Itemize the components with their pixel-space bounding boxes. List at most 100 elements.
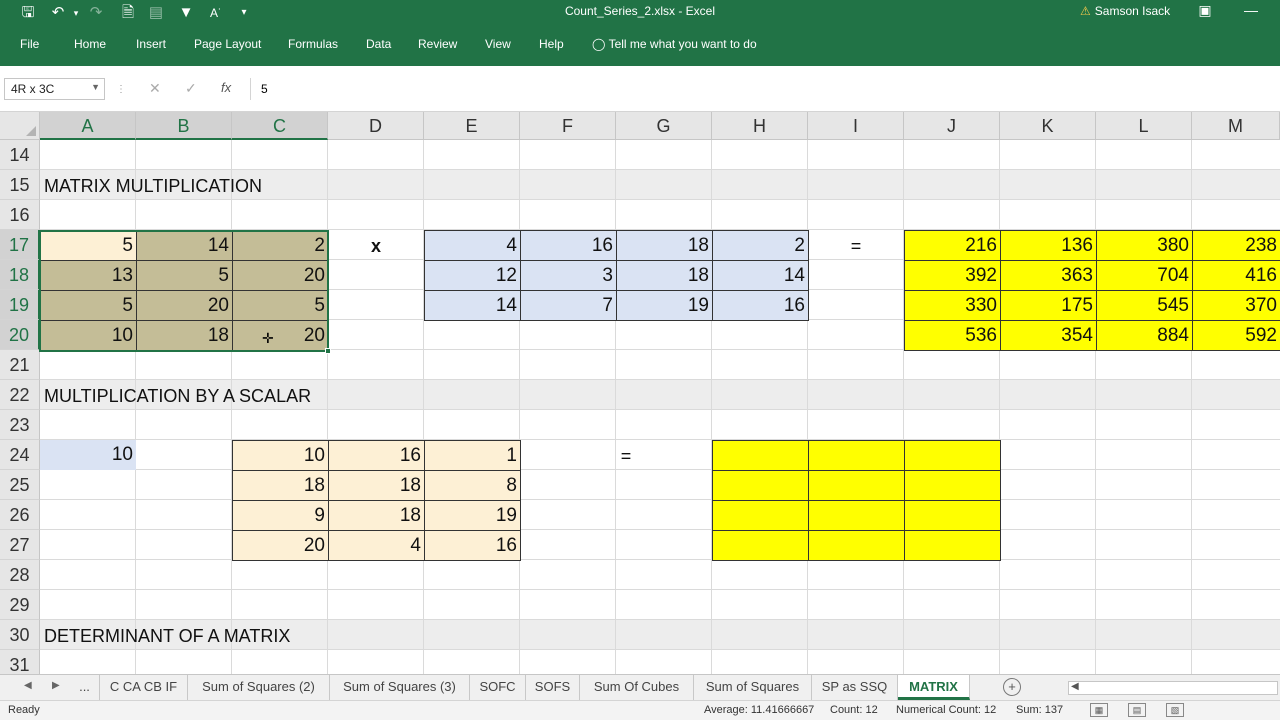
select-all-corner[interactable]	[0, 112, 40, 140]
worksheet-grid[interactable]: ABCDEFGHIJKLM 14 15 16 17 18 19 20 21 22 23 24 25 26…	[0, 112, 1280, 674]
row-header-15[interactable]: 15	[0, 170, 40, 200]
normal-view-icon[interactable]: ▦	[1090, 703, 1108, 717]
section-title-determinant[interactable]: DETERMINANT OF A MATRIX	[40, 621, 520, 651]
times-symbol[interactable]: x	[328, 231, 424, 261]
row-header-25[interactable]: 25	[0, 470, 40, 500]
result-cell[interactable]: 536	[904, 320, 1001, 351]
sheet-tab[interactable]: SOFC	[470, 675, 526, 700]
column-header-g[interactable]: G	[616, 112, 712, 140]
column-header-a[interactable]: A	[40, 112, 136, 140]
section-title-matrix-multiplication[interactable]: MATRIX MULTIPLICATION	[40, 171, 520, 201]
scalar-result-cell[interactable]	[808, 440, 905, 471]
scalar-result-cell[interactable]	[904, 440, 1001, 471]
column-header-l[interactable]: L	[1096, 112, 1192, 140]
row-header-30[interactable]: 30	[0, 620, 40, 650]
row-header-21[interactable]: 21	[0, 350, 40, 380]
column-header-m[interactable]: M	[1192, 112, 1280, 140]
scalar-matrix-cell[interactable]: 10	[232, 440, 329, 471]
row-header-17[interactable]: 17	[0, 230, 40, 260]
user-account[interactable]: ⚠ Samson Isack	[1080, 4, 1170, 18]
scalar-value-cell[interactable]: 10	[40, 440, 136, 470]
sheet-tab[interactable]: Sum of Squares (3)	[330, 675, 470, 700]
sheet-tab[interactable]: Sum Of Cubes	[580, 675, 694, 700]
result-cell[interactable]: 392	[904, 260, 1001, 291]
scalar-result-cell[interactable]	[904, 500, 1001, 531]
scalar-matrix-cell[interactable]: 8	[424, 470, 521, 501]
minimize-icon[interactable]: —	[1236, 2, 1266, 18]
scroll-left-icon[interactable]: ◀	[24, 680, 32, 691]
scalar-matrix-cell[interactable]: 18	[232, 470, 329, 501]
selection-range[interactable]	[39, 230, 331, 354]
result-cell[interactable]: 363	[1000, 260, 1097, 291]
row-header-20[interactable]: 20	[0, 320, 40, 350]
tab-formulas[interactable]: Formulas	[288, 37, 338, 51]
result-cell[interactable]: 238	[1192, 230, 1280, 261]
page-break-view-icon[interactable]: ▧	[1166, 703, 1184, 717]
matrix-b-cell[interactable]: 4	[424, 230, 521, 261]
scrollbar-left-icon[interactable]: ◀	[1071, 681, 1079, 692]
row-header-28[interactable]: 28	[0, 560, 40, 590]
scalar-matrix-cell[interactable]: 9	[232, 500, 329, 531]
scalar-matrix-cell[interactable]: 1	[424, 440, 521, 471]
result-cell[interactable]: 545	[1096, 290, 1193, 321]
scalar-result-cell[interactable]	[712, 470, 809, 501]
column-header-d[interactable]: D	[328, 112, 424, 140]
matrix-b-cell[interactable]: 16	[520, 230, 617, 261]
tab-view[interactable]: View	[485, 37, 511, 51]
tell-me-search[interactable]: ◯ Tell me what you want to do	[592, 37, 757, 51]
result-cell[interactable]: 136	[1000, 230, 1097, 261]
result-cell[interactable]: 592	[1192, 320, 1280, 351]
row-header-27[interactable]: 27	[0, 530, 40, 560]
cancel-icon[interactable]: ✕	[149, 80, 161, 97]
matrix-b-cell[interactable]: 16	[712, 290, 809, 321]
scalar-result-cell[interactable]	[904, 530, 1001, 561]
scalar-matrix-cell[interactable]: 18	[328, 500, 425, 531]
row-header-18[interactable]: 18	[0, 260, 40, 290]
formula-input[interactable]: 5	[250, 78, 1276, 100]
result-cell[interactable]: 884	[1096, 320, 1193, 351]
tab-review[interactable]: Review	[418, 37, 457, 51]
sheet-tab[interactable]: Sum of Squares	[694, 675, 812, 700]
tab-help[interactable]: Help	[539, 37, 564, 51]
sheet-tab[interactable]: Sum of Squares (2)	[188, 675, 330, 700]
result-cell[interactable]: 330	[904, 290, 1001, 321]
scalar-result-cell[interactable]	[808, 530, 905, 561]
scalar-result-cell[interactable]	[712, 440, 809, 471]
column-header-e[interactable]: E	[424, 112, 520, 140]
matrix-b-cell[interactable]: 14	[424, 290, 521, 321]
row-header-29[interactable]: 29	[0, 590, 40, 620]
matrix-b-cell[interactable]: 7	[520, 290, 617, 321]
row-header-22[interactable]: 22	[0, 380, 40, 410]
matrix-b-cell[interactable]: 19	[616, 290, 713, 321]
chevron-down-icon[interactable]: ▼	[91, 82, 100, 92]
result-cell[interactable]: 370	[1192, 290, 1280, 321]
row-header-16[interactable]: 16	[0, 200, 40, 230]
result-cell[interactable]: 216	[904, 230, 1001, 261]
result-cell[interactable]: 416	[1192, 260, 1280, 291]
result-cell[interactable]: 354	[1000, 320, 1097, 351]
scalar-matrix-cell[interactable]: 16	[424, 530, 521, 561]
scalar-result-cell[interactable]	[808, 500, 905, 531]
row-header-23[interactable]: 23	[0, 410, 40, 440]
insert-function-icon[interactable]: fx	[221, 80, 231, 95]
sheet-tab[interactable]: SOFS	[526, 675, 580, 700]
column-header-b[interactable]: B	[136, 112, 232, 140]
column-header-k[interactable]: K	[1000, 112, 1096, 140]
scalar-matrix-cell[interactable]: 20	[232, 530, 329, 561]
ribbon-display-icon[interactable]: ▣	[1190, 2, 1220, 19]
matrix-b-cell[interactable]: 18	[616, 260, 713, 291]
matrix-b-cell[interactable]: 3	[520, 260, 617, 291]
equals-symbol[interactable]: =	[808, 231, 904, 261]
row-header-14[interactable]: 14	[0, 140, 40, 170]
fill-handle[interactable]	[325, 348, 331, 354]
result-cell[interactable]: 704	[1096, 260, 1193, 291]
sheet-tab[interactable]: C CA CB IF	[100, 675, 188, 700]
scalar-matrix-cell[interactable]: 18	[328, 470, 425, 501]
tab-file[interactable]: File	[20, 37, 39, 51]
name-box[interactable]: 4R x 3C ▼	[4, 78, 105, 100]
section-title-scalar[interactable]: MULTIPLICATION BY A SCALAR	[40, 381, 520, 411]
row-header-19[interactable]: 19	[0, 290, 40, 320]
page-layout-view-icon[interactable]: ▤	[1128, 703, 1146, 717]
column-header-h[interactable]: H	[712, 112, 808, 140]
matrix-b-cell[interactable]: 12	[424, 260, 521, 291]
